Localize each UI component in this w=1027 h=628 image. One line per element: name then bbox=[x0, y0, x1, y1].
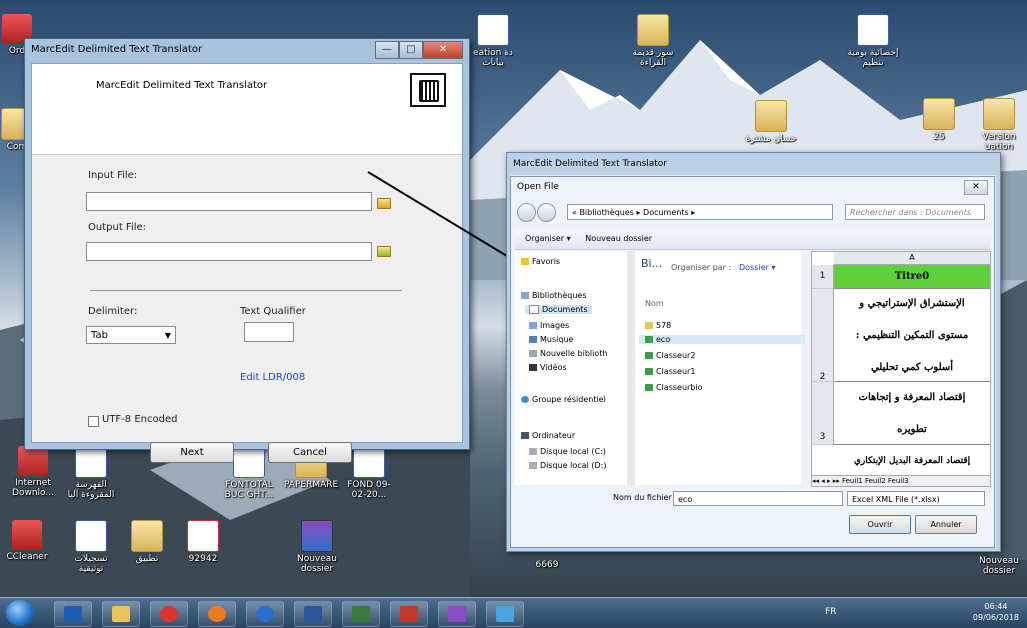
disk-icon bbox=[529, 462, 537, 469]
preview-spreadsheet: A 1 Titre0 2 الإستشراق الإستراتيجي و مست… bbox=[811, 251, 991, 477]
cell-text: إقتصاد المعرفة و إتجاهات bbox=[858, 392, 966, 403]
app-icon bbox=[64, 606, 82, 622]
cell-text: مستوى التمكين التنظيمي : bbox=[855, 330, 969, 341]
nav-disk-d[interactable]: Disque local (D:) bbox=[529, 461, 606, 470]
cell-text: إقتصاد المعرفة البديل الإبتكاري bbox=[853, 456, 971, 466]
open-button[interactable]: Ouvrir bbox=[849, 515, 911, 534]
forward-arrow-icon[interactable] bbox=[537, 203, 556, 222]
explorer-icon bbox=[112, 606, 130, 622]
nav-new-library[interactable]: Nouvelle biblioth bbox=[529, 349, 607, 358]
disk-icon bbox=[529, 448, 537, 455]
file-list-pane: Bi... Organiser par : Dossier ▾ Nom 578 … bbox=[629, 251, 805, 485]
library-icon bbox=[529, 350, 537, 357]
start-button[interactable] bbox=[6, 600, 34, 626]
dialog-close-button[interactable]: ✕ bbox=[964, 180, 988, 195]
row-header: 3 bbox=[812, 382, 834, 445]
dialog-title: Open File bbox=[517, 182, 559, 192]
library-header: Bi... bbox=[641, 257, 663, 270]
file-item[interactable]: Classeur2 bbox=[645, 351, 695, 360]
new-folder-button[interactable]: Nouveau dossier bbox=[585, 234, 652, 243]
taskbar-app3-button[interactable] bbox=[390, 601, 428, 627]
videos-icon bbox=[529, 364, 537, 371]
documents-icon bbox=[529, 305, 539, 314]
organize-button[interactable]: Organiser ▾ bbox=[525, 234, 571, 243]
star-icon bbox=[521, 258, 529, 265]
nav-documents[interactable]: Documents bbox=[525, 305, 592, 314]
nav-images[interactable]: Images bbox=[529, 321, 569, 330]
taskbar-app5-button[interactable] bbox=[486, 601, 524, 627]
filename-label: Nom du fichier : bbox=[613, 493, 678, 502]
taskbar-chrome-button[interactable] bbox=[150, 601, 188, 627]
taskbar-app-button[interactable] bbox=[54, 601, 92, 627]
cell-title: Titre0 bbox=[834, 265, 990, 289]
open-file-dialog: Open File ✕ « Bibliothèques ▸ Documents … bbox=[510, 176, 995, 548]
word-icon bbox=[304, 606, 322, 622]
nav-favorites[interactable]: Favoris bbox=[521, 257, 560, 266]
taskbar: FR 06:44 09/06/2018 bbox=[0, 597, 1027, 628]
taskbar-firefox-button[interactable] bbox=[198, 601, 236, 627]
firefox-icon bbox=[208, 606, 226, 622]
folder-icon bbox=[645, 322, 653, 329]
excel-file-icon bbox=[645, 336, 653, 343]
row-header: 2 bbox=[812, 289, 834, 382]
taskbar-explorer-button[interactable] bbox=[102, 601, 140, 627]
dialog-cancel-button[interactable]: Annuler bbox=[915, 515, 977, 534]
homegroup-icon bbox=[521, 396, 529, 403]
taskbar-app4-button[interactable] bbox=[438, 601, 476, 627]
clock-date: 09/06/2018 bbox=[972, 613, 1019, 622]
arrange-by-label: Organiser par : bbox=[671, 263, 732, 272]
filetype-select[interactable]: Excel XML File (*.xlsx) bbox=[847, 491, 985, 506]
filename-row: Nom du fichier : eco Excel XML File (*.x… bbox=[515, 491, 990, 509]
file-item[interactable]: Classeurbio bbox=[645, 383, 703, 392]
row-header: 1 bbox=[812, 265, 834, 289]
column-name-header[interactable]: Nom bbox=[645, 299, 664, 308]
media-player-icon bbox=[256, 606, 274, 622]
chrome-icon bbox=[160, 606, 178, 622]
music-icon bbox=[529, 336, 537, 343]
address-bar[interactable]: « Bibliothèques ▸ Documents ▸ bbox=[567, 204, 833, 220]
sheet-tabs[interactable]: ◂◂ ◂ ▸ ▸▸ Feuil1 Feuil2 Feuil3 bbox=[811, 475, 991, 487]
excel-file-icon bbox=[645, 352, 653, 359]
nav-disk-c[interactable]: Disque local (C:) bbox=[529, 447, 606, 456]
nav-computer[interactable]: Ordinateur bbox=[521, 431, 575, 440]
taskbar-app2-button[interactable] bbox=[342, 601, 380, 627]
back-arrow-icon[interactable] bbox=[517, 203, 536, 222]
computer-icon bbox=[521, 432, 529, 439]
nav-scrollbar[interactable] bbox=[627, 251, 635, 485]
app-icon bbox=[496, 606, 514, 622]
filename-input[interactable]: eco bbox=[673, 491, 843, 506]
address-row: « Bibliothèques ▸ Documents ▸ Rechercher… bbox=[515, 203, 990, 225]
library-icon bbox=[521, 292, 529, 299]
file-item[interactable]: 578 bbox=[645, 321, 671, 330]
cell-text: الإستشراق الإستراتيجي و bbox=[859, 298, 965, 309]
clock-time: 06:44 bbox=[984, 602, 1008, 611]
file-item-selected[interactable]: eco bbox=[639, 335, 805, 344]
nav-libraries[interactable]: Bibliothèques bbox=[521, 291, 587, 300]
language-indicator[interactable]: FR bbox=[825, 607, 836, 617]
dialog-toolbar: Organiser ▾ Nouveau dossier bbox=[515, 229, 990, 250]
app-icon bbox=[352, 606, 370, 622]
taskbar-media-button[interactable] bbox=[246, 601, 284, 627]
taskbar-word-button[interactable] bbox=[294, 601, 332, 627]
app-icon bbox=[400, 606, 418, 622]
cell-text: أسلوب كمي تحليلي bbox=[834, 362, 990, 382]
cell-text: تطويره bbox=[834, 424, 990, 445]
app-icon bbox=[448, 606, 466, 622]
nav-videos[interactable]: Vidéos bbox=[529, 363, 567, 372]
excel-file-icon bbox=[645, 368, 653, 375]
navigation-pane: Favoris Bibliothèques Documents Images M… bbox=[515, 251, 628, 485]
nav-homegroup[interactable]: Groupe résidentiel bbox=[521, 395, 606, 404]
arrange-by-select[interactable]: Dossier ▾ bbox=[739, 263, 775, 272]
clock[interactable]: 06:44 09/06/2018 bbox=[973, 601, 1019, 623]
window-2-title: MarcEdit Delimited Text Translator bbox=[513, 159, 667, 169]
excel-file-icon bbox=[645, 384, 653, 391]
file-item[interactable]: Classeur1 bbox=[645, 367, 695, 376]
nav-music[interactable]: Musique bbox=[529, 335, 573, 344]
images-icon bbox=[529, 322, 537, 329]
search-input[interactable]: Rechercher dans : Documents bbox=[845, 204, 985, 220]
column-header: A bbox=[834, 252, 990, 265]
